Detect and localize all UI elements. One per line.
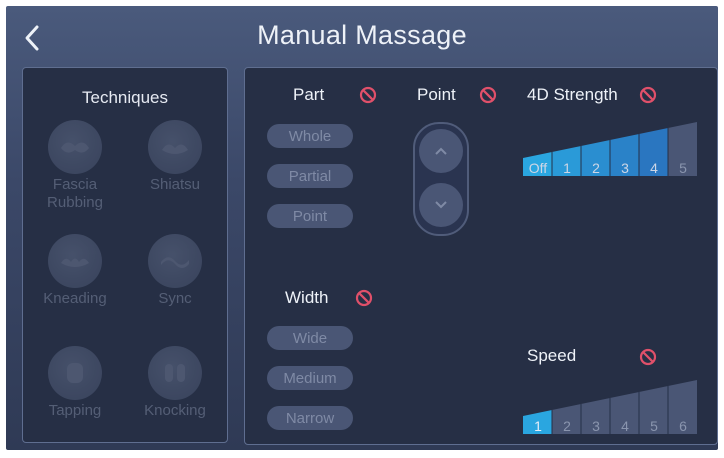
- strength-level-5[interactable]: 5: [669, 160, 697, 176]
- page-title: Manual Massage: [257, 20, 467, 50]
- speed-level-3[interactable]: 3: [582, 418, 610, 434]
- technique-fascia-rubbing[interactable]: Fascia Rubbing: [25, 120, 125, 211]
- chevron-up-icon: [435, 147, 447, 155]
- strength-level-3[interactable]: 3: [611, 160, 639, 176]
- technique-label: Kneading: [43, 290, 107, 307]
- tapping-icon: [48, 346, 102, 400]
- technique-label: Shiatsu: [149, 176, 201, 193]
- width-option-narrow[interactable]: Narrow: [267, 406, 353, 430]
- techniques-title: Techniques: [81, 88, 168, 107]
- technique-label: Tapping: [48, 402, 102, 419]
- disabled-icon: [355, 289, 373, 307]
- point-down-button[interactable]: [419, 183, 463, 227]
- kneading-icon: [48, 234, 102, 288]
- top-bar: Manual Massage: [6, 6, 718, 66]
- shiatsu-icon: [148, 120, 202, 174]
- technique-shiatsu[interactable]: Shiatsu: [125, 120, 225, 200]
- part-option-partial[interactable]: Partial: [267, 164, 353, 188]
- knocking-icon: [148, 346, 202, 400]
- part-label: Part: [293, 85, 325, 104]
- sync-icon: [148, 234, 202, 288]
- width-option-wide[interactable]: Wide: [267, 326, 353, 350]
- speed-level-2[interactable]: 2: [553, 418, 581, 434]
- speed-level-6[interactable]: 6: [669, 418, 697, 434]
- fascia-rubbing-icon: [48, 120, 102, 174]
- speed-label: Speed: [527, 346, 577, 365]
- strength-level-1[interactable]: 1: [553, 160, 581, 176]
- disabled-icon: [639, 86, 657, 104]
- technique-tapping[interactable]: Tapping: [25, 346, 125, 426]
- technique-knocking[interactable]: Knocking: [125, 346, 225, 426]
- speed-level-bar[interactable]: 1 2 3 4 5 6: [523, 378, 697, 436]
- chevron-down-icon: [435, 201, 447, 209]
- technique-kneading[interactable]: Kneading: [25, 234, 125, 314]
- point-up-button[interactable]: [419, 129, 463, 173]
- part-option-whole[interactable]: Whole: [267, 124, 353, 148]
- width-option-medium[interactable]: Medium: [267, 366, 353, 390]
- massage-screen: Manual Massage Techniques Fascia Rubbing…: [6, 6, 718, 450]
- disabled-icon: [359, 86, 377, 104]
- techniques-panel: Techniques Fascia Rubbing Shiatsu Kneadi…: [22, 67, 228, 443]
- point-control: [413, 122, 469, 236]
- speed-level-1[interactable]: 1: [524, 418, 552, 434]
- speed-level-5[interactable]: 5: [640, 418, 668, 434]
- strength-level-bar[interactable]: Off 1 2 3 4 5: [523, 120, 697, 178]
- point-label: Point: [417, 85, 456, 104]
- technique-sync[interactable]: Sync: [125, 234, 225, 314]
- technique-label: Fascia Rubbing: [47, 176, 103, 211]
- strength-level-4[interactable]: 4: [640, 160, 668, 176]
- speed-level-4[interactable]: 4: [611, 418, 639, 434]
- part-option-point[interactable]: Point: [267, 204, 353, 228]
- strength-label: 4D Strength: [527, 85, 618, 104]
- strength-level-2[interactable]: 2: [582, 160, 610, 176]
- technique-label: Sync: [158, 290, 192, 307]
- disabled-icon: [639, 348, 657, 366]
- technique-label: Knocking: [144, 402, 206, 419]
- strength-level-off[interactable]: Off: [524, 160, 552, 176]
- disabled-icon: [479, 86, 497, 104]
- settings-panel: Part Whole Partial Point Point 4D Streng…: [244, 67, 718, 445]
- width-label: Width: [285, 288, 329, 307]
